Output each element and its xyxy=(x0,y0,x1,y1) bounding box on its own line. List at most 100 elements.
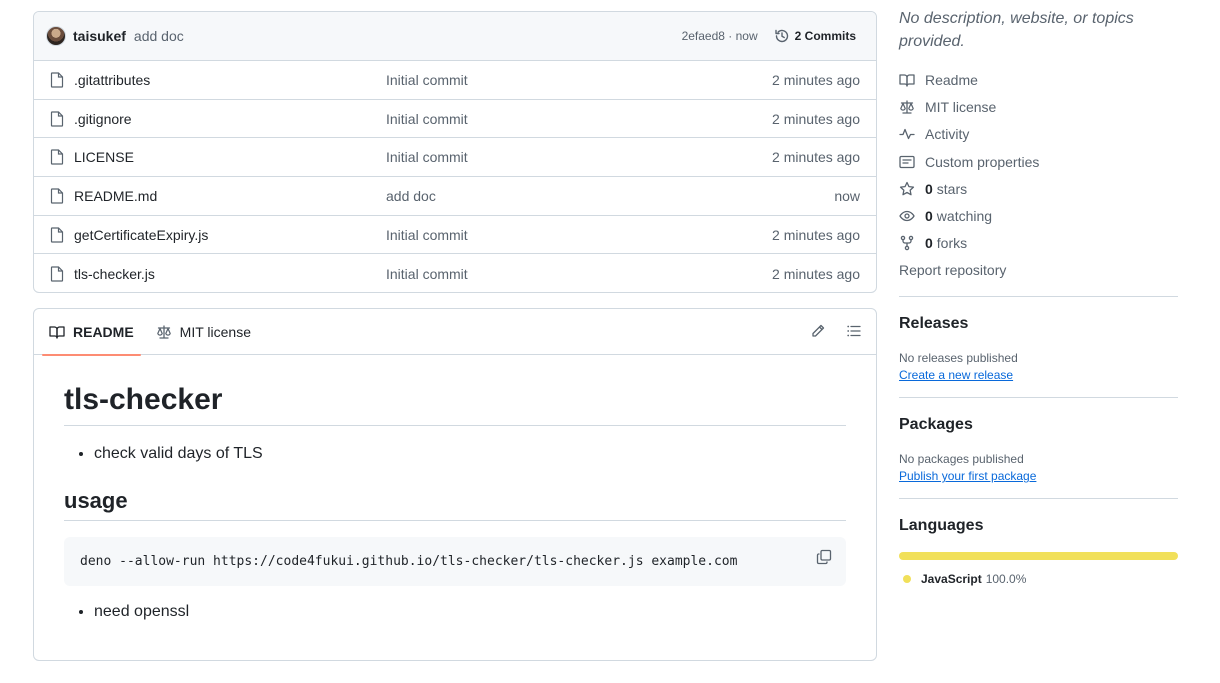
file-commit-message[interactable]: Initial commit xyxy=(386,149,772,165)
readme-list: need openssl xyxy=(64,600,846,624)
avatar[interactable] xyxy=(46,26,66,46)
releases-heading[interactable]: Releases xyxy=(899,315,1178,333)
readme-title: tls-checker xyxy=(64,383,846,426)
list-item: check valid days of TLS xyxy=(94,442,846,466)
readme-list: check valid days of TLS xyxy=(64,442,846,466)
file-commit-message[interactable]: Initial commit xyxy=(386,227,772,243)
file-time: now xyxy=(834,187,860,204)
create-release-link[interactable]: Create a new release xyxy=(899,368,1013,382)
publish-package-link[interactable]: Publish your first package xyxy=(899,469,1036,483)
license-link-label: MIT license xyxy=(925,98,997,115)
file-name[interactable]: .gitattributes xyxy=(74,72,386,88)
file-icon xyxy=(50,266,66,282)
forks-link[interactable]: 0 forks xyxy=(899,230,1178,257)
book-icon xyxy=(899,73,915,87)
divider xyxy=(899,296,1178,298)
file-time: 2 minutes ago xyxy=(772,265,860,282)
commit-message[interactable]: add doc xyxy=(134,28,184,44)
pencil-icon[interactable] xyxy=(810,323,826,339)
about-description: No description, website, or topics provi… xyxy=(899,10,1134,50)
divider xyxy=(899,397,1178,399)
readme-tools xyxy=(810,323,862,339)
file-listing: taisukef add doc 2efaed8 · now 2 Commits… xyxy=(33,11,877,293)
readme-link[interactable]: Readme xyxy=(899,66,1178,93)
divider xyxy=(899,498,1178,500)
law-icon xyxy=(156,324,171,339)
packages-empty-text: No packages published xyxy=(899,452,1024,467)
star-icon xyxy=(899,181,915,196)
tab-license[interactable]: MIT license xyxy=(149,309,258,355)
file-icon xyxy=(50,149,66,165)
commits-count-label: 2 Commits xyxy=(794,29,856,43)
file-commit-message[interactable]: Initial commit xyxy=(386,266,772,282)
file-icon xyxy=(50,110,66,127)
language-color-dot xyxy=(903,575,911,584)
releases-empty-text: No releases published xyxy=(899,351,1018,366)
custom-properties-label: Custom properties xyxy=(925,153,1040,170)
file-commit-message[interactable]: add doc xyxy=(386,188,834,204)
list-outline-icon[interactable] xyxy=(846,323,862,339)
readme-content: tls-checker check valid days of TLS usag… xyxy=(34,355,876,624)
stars-link[interactable]: 0 stars xyxy=(899,175,1178,202)
license-link[interactable]: MIT license xyxy=(899,93,1178,120)
file-row[interactable]: README.md add doc now xyxy=(34,177,876,216)
tab-readme-label: README xyxy=(73,323,134,340)
readme-usage-heading: usage xyxy=(64,488,846,521)
language-name: JavaScript xyxy=(921,572,982,587)
file-name[interactable]: README.md xyxy=(74,188,386,204)
file-row[interactable]: .gitattributes Initial commit 2 minutes … xyxy=(34,61,876,100)
forks-count: 0 xyxy=(925,235,933,252)
file-commit-message[interactable]: Initial commit xyxy=(386,111,772,127)
history-icon xyxy=(774,29,788,43)
custom-properties-link[interactable]: Custom properties xyxy=(899,148,1178,175)
file-icon xyxy=(50,226,66,243)
activity-link-label: Activity xyxy=(925,126,970,143)
tab-readme[interactable]: README xyxy=(42,309,141,356)
file-icon xyxy=(50,188,66,204)
file-row[interactable]: getCertificateExpiry.js Initial commit 2… xyxy=(34,216,876,255)
language-percent: 100.0% xyxy=(985,572,1027,587)
repo-sidebar: No description, website, or topics provi… xyxy=(899,0,1178,586)
watching-link[interactable]: 0 watching xyxy=(899,202,1178,229)
file-row[interactable]: LICENSE Initial commit 2 minutes ago xyxy=(34,138,876,178)
pulse-icon xyxy=(899,129,915,140)
readme-link-label: Readme xyxy=(925,71,978,88)
about-list: Readme MIT license Activity Custom prope… xyxy=(899,66,1178,257)
file-name[interactable]: tls-checker.js xyxy=(74,266,386,282)
list-item: need openssl xyxy=(94,600,846,624)
file-name[interactable]: getCertificateExpiry.js xyxy=(74,227,386,243)
eye-icon xyxy=(899,210,915,222)
tab-license-label: MIT license xyxy=(179,323,251,340)
commit-author[interactable]: taisukef xyxy=(73,28,126,44)
file-row[interactable]: tls-checker.js Initial commit 2 minutes … xyxy=(34,254,876,292)
note-icon xyxy=(899,155,915,168)
language-bar xyxy=(899,552,1178,561)
watching-count: 0 xyxy=(925,208,933,225)
activity-link[interactable]: Activity xyxy=(899,121,1178,148)
file-name[interactable]: .gitignore xyxy=(74,111,386,127)
file-icon xyxy=(50,72,66,88)
stars-count: 0 xyxy=(925,180,933,197)
report-repository-link[interactable]: Report repository xyxy=(899,259,1178,281)
readme-tab-bar: README MIT license xyxy=(34,309,876,356)
commit-meta[interactable]: 2efaed8 · now xyxy=(682,29,758,43)
code-block: deno --allow-run https://code4fukui.gith… xyxy=(64,537,846,586)
language-item[interactable]: JavaScript 100.0% xyxy=(899,572,1178,586)
file-row[interactable]: .gitignore Initial commit 2 minutes ago xyxy=(34,100,876,139)
forks-label: forks xyxy=(936,235,968,252)
copy-icon[interactable] xyxy=(816,549,832,565)
readme-panel: README MIT license tls-checker check val… xyxy=(33,308,877,661)
code-text: deno --allow-run https://code4fukui.gith… xyxy=(80,554,738,569)
law-icon xyxy=(900,100,914,114)
file-time: 2 minutes ago xyxy=(772,226,860,243)
latest-commit-bar: taisukef add doc 2efaed8 · now 2 Commits xyxy=(34,12,876,61)
file-commit-message[interactable]: Initial commit xyxy=(386,72,772,88)
fork-icon xyxy=(900,236,914,251)
packages-heading[interactable]: Packages xyxy=(899,416,1178,434)
file-name[interactable]: LICENSE xyxy=(74,149,386,165)
stars-label: stars xyxy=(936,180,968,197)
watching-label: watching xyxy=(936,208,993,225)
file-time: 2 minutes ago xyxy=(772,110,860,127)
file-time: 2 minutes ago xyxy=(772,149,860,166)
commits-link[interactable]: 2 Commits xyxy=(774,28,856,44)
